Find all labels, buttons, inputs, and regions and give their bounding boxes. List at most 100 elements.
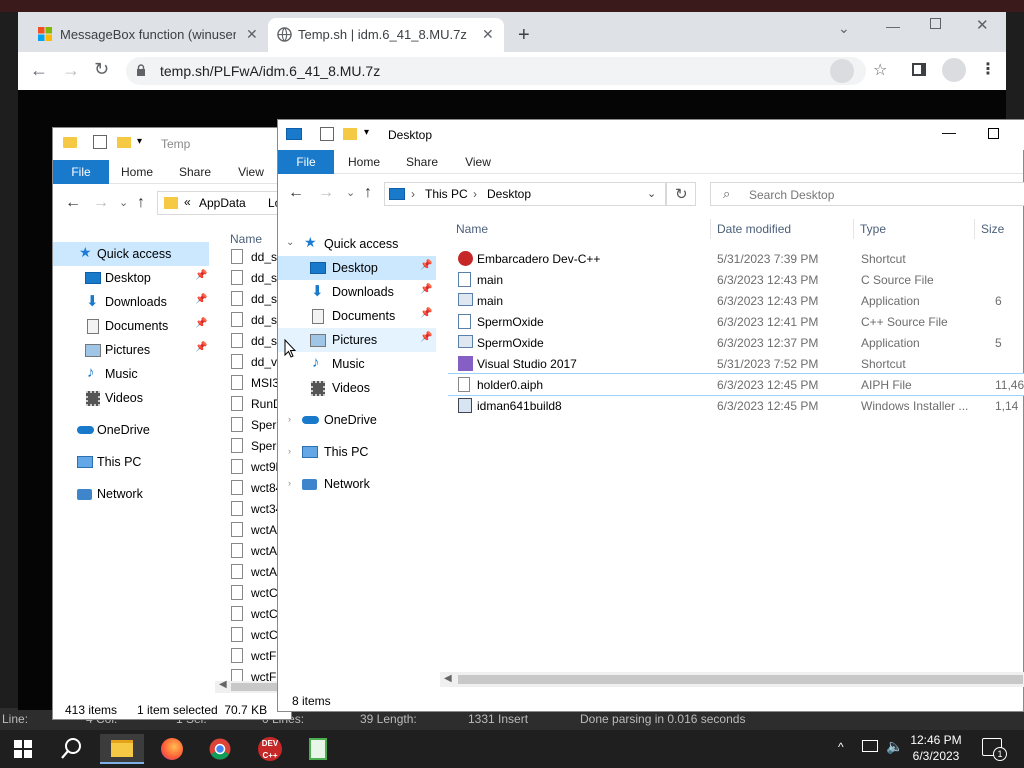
breadcrumb-this-pc[interactable]: This PC xyxy=(425,187,468,201)
windows-start-icon[interactable] xyxy=(14,740,32,761)
up-button[interactable]: ↑ xyxy=(364,184,372,202)
recent-locations-icon[interactable]: ⌄ xyxy=(346,186,355,199)
side-panel-icon[interactable] xyxy=(912,63,926,76)
volume-muted-icon[interactable]: 🔈 xyxy=(886,738,903,755)
nav-documents[interactable]: Documents 📌 xyxy=(278,304,436,328)
chrome-icon[interactable] xyxy=(198,734,242,764)
qat-dropdown-icon[interactable]: ▾ xyxy=(137,136,142,147)
close-window-icon[interactable]: ✕ xyxy=(976,16,989,34)
qat-dropdown-icon[interactable]: ▾ xyxy=(364,127,369,138)
up-button[interactable]: ↑ xyxy=(137,194,145,212)
search-icon[interactable] xyxy=(60,736,84,763)
show-hidden-icons-chevron[interactable]: ^ xyxy=(838,740,844,754)
table-row[interactable]: idman641build8 6/3/2023 12:45 PM Windows I… xyxy=(448,395,1024,416)
expand-arrow-icon[interactable]: › xyxy=(288,478,291,488)
file-explorer-icon[interactable] xyxy=(100,734,144,764)
properties-icon[interactable] xyxy=(320,127,334,141)
back-arrow-icon[interactable]: ← xyxy=(30,60,48,81)
nav-videos[interactable]: Videos xyxy=(278,376,436,400)
ribbon-tab-file[interactable]: File xyxy=(278,150,334,174)
nav-desktop[interactable]: Desktop 📌 xyxy=(53,266,209,290)
tab-messagebox[interactable]: MessageBox function (winuser.h) ✕ xyxy=(30,18,266,52)
table-row[interactable]: main 6/3/2023 12:43 PM Application 6 xyxy=(448,290,1024,311)
column-divider[interactable] xyxy=(853,219,854,239)
ribbon-tab-home[interactable]: Home xyxy=(342,150,386,174)
nav-network[interactable]: › Network xyxy=(278,472,436,496)
maximize-icon[interactable] xyxy=(988,128,999,139)
column-header-date[interactable]: Date modified xyxy=(717,217,791,241)
minimize-icon[interactable]: — xyxy=(886,18,900,34)
reload-icon[interactable]: ↻ xyxy=(94,59,109,80)
nav-music[interactable]: ♪ Music xyxy=(53,362,209,386)
address-bar[interactable]: › This PC › Desktop ⌄ xyxy=(384,182,666,206)
column-divider[interactable] xyxy=(710,219,711,239)
back-button[interactable]: ← xyxy=(65,194,81,212)
profile-avatar-icon[interactable] xyxy=(942,58,966,82)
new-folder-icon[interactable] xyxy=(343,128,357,140)
tab-search-chevron-icon[interactable]: ⌄ xyxy=(838,20,850,37)
nav-this-pc[interactable]: This PC xyxy=(53,450,209,474)
nav-music[interactable]: ♪ Music xyxy=(278,352,436,376)
network-status-icon[interactable] xyxy=(862,740,878,752)
nav-onedrive[interactable]: › OneDrive xyxy=(278,408,436,432)
nav-network[interactable]: Network xyxy=(53,482,209,506)
minimize-icon[interactable]: — xyxy=(942,124,956,140)
column-header-size[interactable]: Size xyxy=(981,217,1004,241)
table-row[interactable]: holder0.aiph 6/3/2023 12:45 PM AIPH File 11… xyxy=(448,373,1024,396)
breadcrumb-desktop[interactable]: Desktop xyxy=(487,187,531,201)
table-row[interactable]: Visual Studio 2017 5/31/2023 7:52 PM Short… xyxy=(448,353,1024,374)
table-row[interactable]: main 6/3/2023 12:43 PM C Source File xyxy=(448,269,1024,290)
close-tab-icon[interactable]: ✕ xyxy=(246,26,258,43)
nav-pictures[interactable]: Pictures 📌 xyxy=(53,338,209,362)
nav-desktop[interactable]: Desktop 📌 xyxy=(278,256,436,280)
search-box[interactable]: ⌕ Search Desktop xyxy=(710,182,1024,206)
table-row[interactable]: SpermOxide 6/3/2023 12:41 PM C++ Source Fi… xyxy=(448,311,1024,332)
breadcrumb-separator-icon[interactable]: › xyxy=(411,187,415,201)
chrome-menu-icon[interactable]: ⋮ xyxy=(980,59,996,79)
ribbon-tab-view[interactable]: View xyxy=(229,160,273,184)
ribbon-tab-view[interactable]: View xyxy=(456,150,500,174)
breadcrumb-overflow[interactable]: « xyxy=(184,195,191,209)
back-button[interactable]: ← xyxy=(288,184,304,202)
new-folder-icon[interactable] xyxy=(117,137,131,148)
address-dropdown-icon[interactable]: ⌄ xyxy=(647,187,656,200)
forward-button[interactable]: → xyxy=(93,194,109,212)
nav-pictures[interactable]: Pictures 📌 xyxy=(278,328,436,352)
scroll-left-icon[interactable]: ◀ xyxy=(444,673,452,684)
expand-arrow-icon[interactable]: › xyxy=(288,446,291,456)
nav-this-pc[interactable]: › This PC xyxy=(278,440,436,464)
recent-locations-icon[interactable]: ⌄ xyxy=(119,196,128,209)
devcpp-icon[interactable]: DEV C++ xyxy=(248,734,292,764)
table-row[interactable]: Embarcadero Dev-C++ 5/31/2023 7:39 PM Shor… xyxy=(448,248,1024,269)
horizontal-scrollbar[interactable]: ◀ xyxy=(440,672,1024,687)
expand-arrow-icon[interactable]: › xyxy=(288,414,291,424)
ribbon-tab-share[interactable]: Share xyxy=(400,150,444,174)
address-bar[interactable]: temp.sh/PLFwA/idm.6_41_8.MU.7z xyxy=(126,57,866,85)
close-tab-icon[interactable]: ✕ xyxy=(482,26,494,43)
scroll-thumb[interactable] xyxy=(458,675,1023,684)
column-header-type[interactable]: Type xyxy=(860,217,886,241)
nav-downloads[interactable]: ⬇ Downloads 📌 xyxy=(278,280,436,304)
ribbon-tab-home[interactable]: Home xyxy=(115,160,159,184)
bookmark-star-icon[interactable]: ☆ xyxy=(873,60,887,80)
ribbon-tab-file[interactable]: File xyxy=(53,160,109,184)
forward-button[interactable]: → xyxy=(318,184,334,202)
nav-quick-access[interactable]: ★ Quick access xyxy=(53,242,209,266)
firefox-icon[interactable] xyxy=(150,734,194,764)
share-icon[interactable] xyxy=(830,59,854,83)
nav-documents[interactable]: Documents 📌 xyxy=(53,314,209,338)
ribbon-tab-share[interactable]: Share xyxy=(173,160,217,184)
properties-icon[interactable] xyxy=(93,135,107,149)
table-row[interactable]: SpermOxide 6/3/2023 12:37 PM Application 5 xyxy=(448,332,1024,353)
column-divider[interactable] xyxy=(974,219,975,239)
maximize-icon[interactable] xyxy=(930,18,941,29)
breadcrumb-appdata[interactable]: AppData xyxy=(199,196,246,210)
system-clock[interactable]: 12:46 PM 6/3/2023 xyxy=(906,732,966,764)
scroll-left-icon[interactable]: ◀ xyxy=(219,679,227,690)
nav-videos[interactable]: Videos xyxy=(53,386,209,410)
nav-downloads[interactable]: ⬇ Downloads 📌 xyxy=(53,290,209,314)
address-bar[interactable]: « AppData Lo xyxy=(157,191,297,215)
expand-chevron-icon[interactable]: ⌄ xyxy=(286,237,294,248)
new-tab-icon[interactable]: + xyxy=(518,24,530,47)
refresh-button[interactable]: ↻ xyxy=(666,182,696,206)
